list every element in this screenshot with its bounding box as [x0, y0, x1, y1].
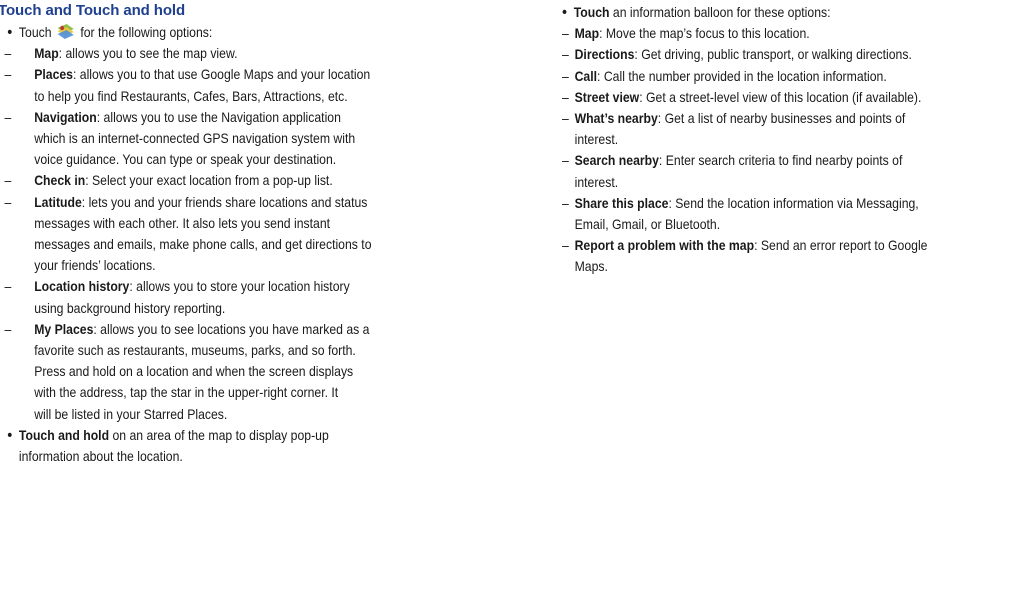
right-item-continuation: Email, Gmail, or Bluetooth.: [574, 217, 721, 233]
left-item-continuation: your friends’ locations.: [34, 258, 156, 274]
left-item-term: Latitude: [34, 194, 82, 210]
left-item-continuation: with the address, tap the star in the up…: [34, 385, 339, 401]
touch-intro-post: for the following options:: [80, 25, 213, 40]
left-item-continuation: Press and hold on a location and when th…: [34, 364, 354, 380]
right-item-map: Map: Move the map’s focus to this locati…: [562, 23, 979, 44]
right-item-call: Call: Call the number provided in the lo…: [562, 66, 979, 87]
left-item-location-history: Location history: allows you to store yo…: [0, 276, 468, 297]
left-item-text: : lets you and your friends share locati…: [81, 194, 368, 210]
right-item-term: Share this place: [574, 195, 669, 211]
right-item-text: : Enter search criteria to find nearby p…: [658, 153, 903, 169]
left-item-continuation: favorite such as restaurants, museums, p…: [34, 343, 356, 359]
left-item-my-places: My Places: allows you to see locations y…: [0, 319, 468, 340]
layers-icon: [55, 23, 77, 40]
left-item-continuation: messages and emails, make phone calls, a…: [34, 237, 372, 253]
left-item-text: : allows you to store your location hist…: [129, 279, 350, 295]
touch-and-hold-item: Touch and hold on an area of the map to …: [0, 425, 520, 467]
touch-intro-pre: Touch: [18, 25, 52, 40]
left-column: Touch and Touch and hold Touch for the f…: [0, 0, 520, 467]
right-item-text: : Send an error report to Google: [754, 238, 928, 254]
left-item-continuation: to help you find Restaurants, Cafes, Bar…: [34, 88, 348, 104]
right-item-term: Call: [574, 68, 598, 84]
right-item-report-a-problem-with-the-map: Report a problem with the map: Send an e…: [562, 235, 979, 256]
right-option-list: Map: Move the map’s focus to this locati…: [562, 23, 1025, 277]
left-item-term: Places: [34, 67, 73, 83]
section-heading: Touch and Touch and hold: [0, 2, 186, 19]
right-item-what-s-nearby: What’s nearby: Get a list of nearby busi…: [562, 108, 979, 129]
right-item-term: Map: [574, 26, 600, 42]
left-item-text: : Select your exact location from a pop-…: [85, 173, 333, 189]
touch-and-hold-continuation: information about the location.: [18, 449, 183, 465]
left-item-term: My Places: [34, 321, 94, 337]
right-item-term: Directions: [574, 47, 635, 63]
left-item-check-in: Check in: Select your exact location fro…: [0, 170, 468, 191]
right-item-text: : Send the location information via Mess…: [668, 195, 919, 211]
touch-intro: Touch for the following options:: [0, 22, 468, 43]
balloon-intro-text: an information balloon for these options…: [609, 5, 831, 20]
touch-and-hold-text: on an area of the map to display pop-up: [109, 427, 329, 443]
balloon-intro: Touch an information balloon for these o…: [562, 2, 979, 23]
balloon-intro-term: Touch: [573, 5, 610, 20]
right-item-street-view: Street view: Get a street-level view of …: [562, 87, 979, 108]
left-item-text: : allows you to see the map view.: [58, 46, 238, 62]
left-option-list: Map: allows you to see the map view.Plac…: [0, 43, 520, 425]
right-column: Touch an information balloon for these o…: [562, 0, 1025, 278]
left-item-continuation: using background history reporting.: [34, 300, 226, 316]
right-item-text: : Call the number provided in the locati…: [597, 68, 887, 84]
left-item-term: Map: [34, 46, 59, 62]
right-item-text: : Get a list of nearby businesses and po…: [657, 111, 906, 127]
left-item-term: Location history: [34, 279, 130, 295]
right-item-term: What’s nearby: [574, 111, 658, 127]
left-item-continuation: messages with each other. It also lets y…: [34, 215, 331, 231]
right-item-continuation: interest.: [574, 132, 619, 148]
left-item-term: Check in: [34, 173, 86, 189]
left-item-continuation: voice guidance. You can type or speak yo…: [34, 152, 337, 168]
left-item-term: Navigation: [34, 109, 97, 125]
right-item-text: : Get a street-level view of this locati…: [639, 89, 922, 105]
right-item-share-this-place: Share this place: Send the location info…: [562, 193, 979, 214]
touch-and-hold-term: Touch and hold: [18, 427, 110, 443]
left-item-continuation: which is an internet-connected GPS navig…: [34, 131, 356, 147]
touch-and-hold-line: Touch and hold on an area of the map to …: [0, 425, 468, 446]
right-item-text: : Get driving, public transport, or walk…: [634, 47, 912, 63]
right-item-directions: Directions: Get driving, public transpor…: [562, 44, 979, 65]
left-item-places: Places: allows you to that use Google Ma…: [0, 64, 468, 85]
right-item-text: : Move the map’s focus to this location.: [599, 26, 810, 42]
right-item-search-nearby: Search nearby: Enter search criteria to …: [562, 150, 979, 171]
left-item-continuation: will be listed in your Starred Places.: [34, 406, 228, 422]
right-item-term: Search nearby: [574, 153, 659, 169]
left-item-navigation: Navigation: allows you to use the Naviga…: [0, 107, 468, 128]
right-item-term: Street view: [574, 89, 640, 105]
left-item-text: : allows you to see locations you have m…: [93, 321, 370, 337]
left-item-map: Map: allows you to see the map view.: [0, 43, 468, 64]
left-item-latitude: Latitude: lets you and your friends shar…: [0, 192, 468, 213]
left-item-text: : allows you to use the Navigation appli…: [96, 109, 341, 125]
right-item-continuation: interest.: [574, 174, 619, 190]
left-item-text: : allows you to that use Google Maps and…: [72, 67, 371, 83]
right-item-continuation: Maps.: [574, 259, 608, 275]
right-item-term: Report a problem with the map: [574, 238, 755, 254]
